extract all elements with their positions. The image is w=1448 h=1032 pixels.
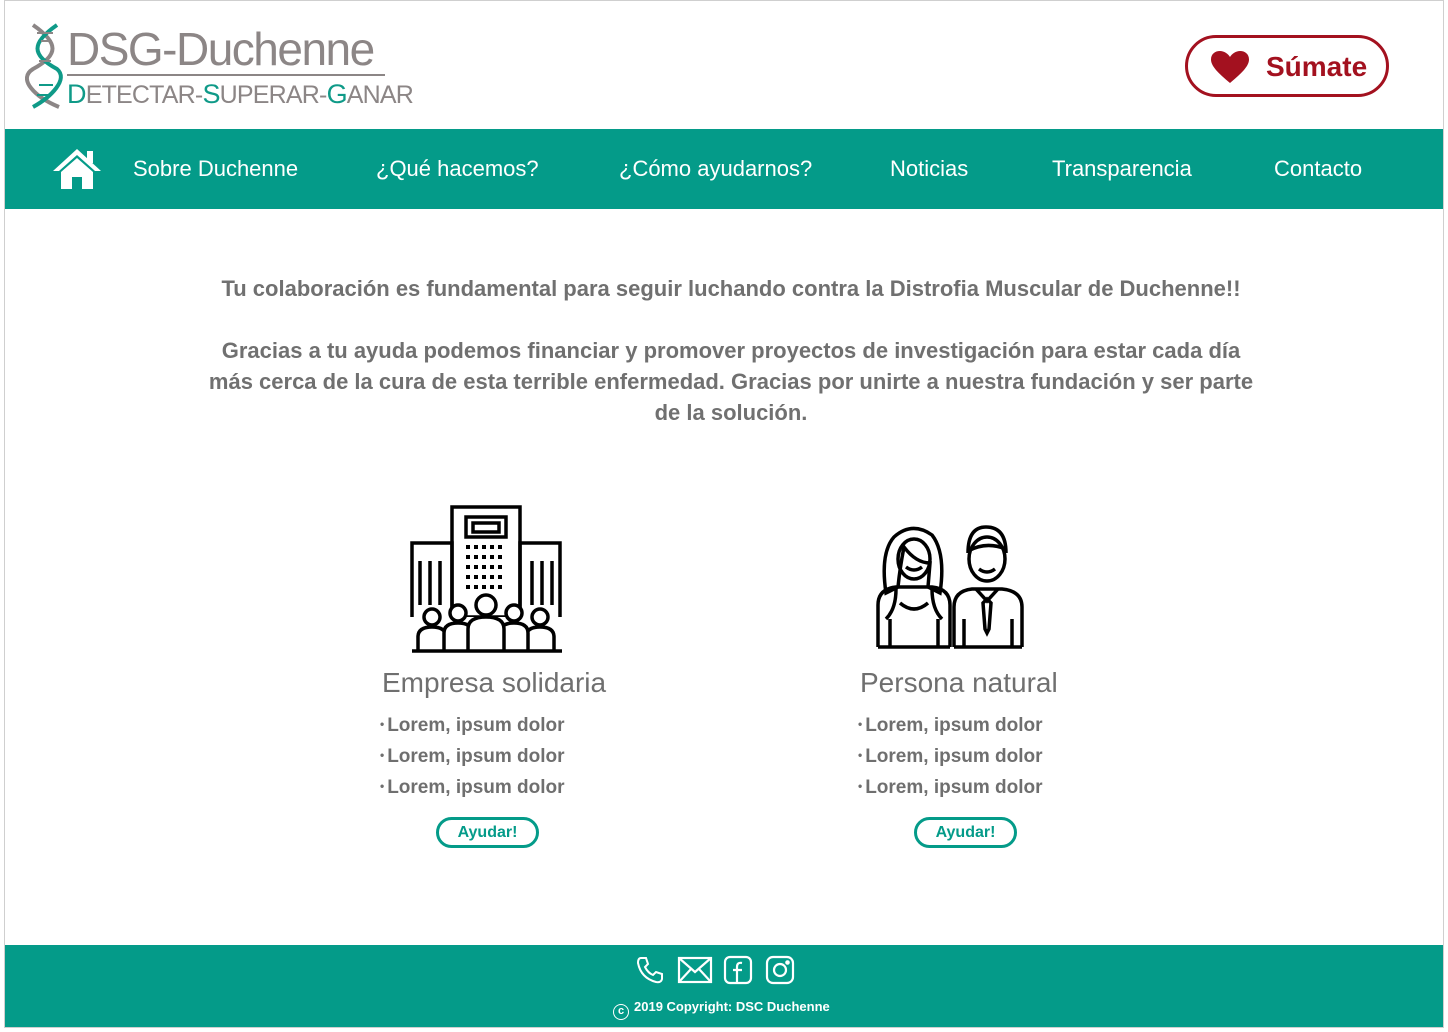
intro-line-2: Gracias a tu ayuda podemos financiar y p… [208, 338, 1254, 425]
nav-como-ayudarnos[interactable]: ¿Cómo ayudarnos? [619, 129, 812, 209]
intro-text: Tu colaboración es fundamental para segu… [205, 273, 1257, 428]
ayudar-button[interactable]: Ayudar! [436, 817, 539, 848]
mail-icon[interactable] [677, 955, 713, 985]
tagline-letter-g: G [326, 79, 348, 109]
nav-contacto[interactable]: Contacto [1274, 129, 1362, 209]
card-title: Persona natural [860, 667, 1058, 698]
copyright-icon: c [613, 1004, 629, 1020]
list-item: Lorem, ipsum dolor [380, 711, 564, 742]
page-frame: DSG-Duchenne DETECTAR-SUPERAR-GANAR Súma… [4, 0, 1444, 1028]
list-item: Lorem, ipsum dolor [858, 773, 1042, 804]
logo-tagline: DETECTAR-SUPERAR-GANAR [67, 79, 414, 110]
logo-divider [67, 74, 385, 76]
card-features-list: Lorem, ipsum dolor Lorem, ipsum dolor Lo… [380, 711, 564, 804]
nav-que-hacemos[interactable]: ¿Qué hacemos? [376, 129, 539, 209]
list-item: Lorem, ipsum dolor [858, 742, 1042, 773]
copyright-label: 2019 Copyright: DSC Duchenne [634, 999, 830, 1014]
dna-helix-icon [25, 23, 63, 109]
company-building-icon [410, 505, 564, 653]
tagline-part-superar: UPERAR- [219, 81, 328, 109]
ayudar-button[interactable]: Ayudar! [914, 817, 1017, 848]
home-icon[interactable] [51, 147, 103, 191]
nav-transparencia[interactable]: Transparencia [1052, 129, 1192, 209]
site-footer: c 2019 Copyright: DSC Duchenne [5, 945, 1443, 1027]
nav-noticias[interactable]: Noticias [890, 129, 968, 209]
copyright-text: c 2019 Copyright: DSC Duchenne [613, 999, 830, 1020]
list-item: Lorem, ipsum dolor [380, 742, 564, 773]
main-nav: Sobre Duchenne ¿Qué hacemos? ¿Cómo ayuda… [5, 129, 1443, 209]
nav-sobre-duchenne[interactable]: Sobre Duchenne [133, 129, 298, 209]
card-features-list: Lorem, ipsum dolor Lorem, ipsum dolor Lo… [858, 711, 1042, 804]
site-header: DSG-Duchenne DETECTAR-SUPERAR-GANAR Súma… [5, 1, 1443, 129]
site-logo[interactable]: DSG-Duchenne DETECTAR-SUPERAR-GANAR [25, 21, 414, 111]
facebook-icon[interactable] [723, 955, 753, 985]
card-title: Empresa solidaria [382, 667, 607, 698]
tagline-letter-s: S [202, 79, 220, 109]
phone-icon[interactable] [635, 955, 665, 985]
sumate-label: Súmate [1266, 51, 1368, 82]
list-item: Lorem, ipsum dolor [380, 773, 564, 804]
instagram-icon[interactable] [765, 955, 795, 985]
tagline-part-ganar: ANAR [346, 81, 414, 109]
tagline-part-detectar: ETECTAR- [85, 81, 204, 109]
logo-title: DSG-Duchenne [67, 23, 375, 75]
person-couple-icon [876, 525, 1024, 649]
list-item: Lorem, ipsum dolor [858, 711, 1042, 742]
intro-line-1: Tu colaboración es fundamental para segu… [221, 276, 1241, 301]
heart-icon [1211, 51, 1249, 83]
sumate-button[interactable]: Súmate [1185, 35, 1389, 97]
tagline-letter-d: D [67, 79, 86, 109]
